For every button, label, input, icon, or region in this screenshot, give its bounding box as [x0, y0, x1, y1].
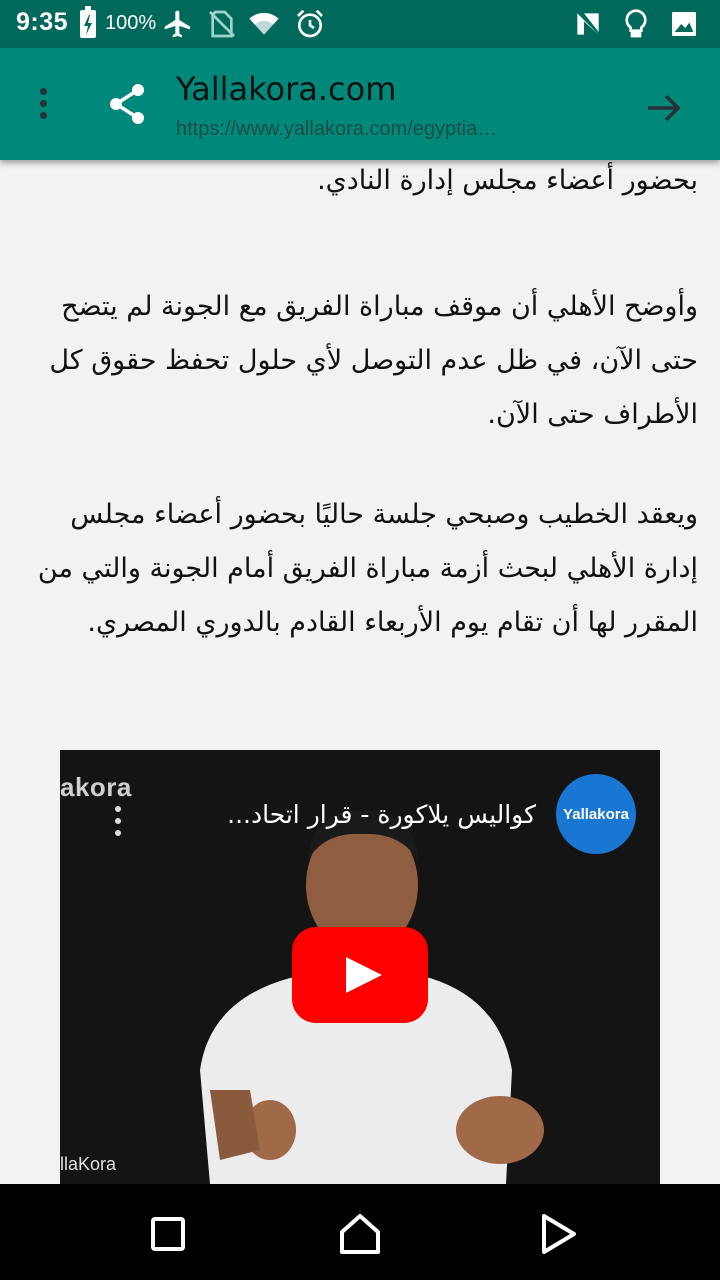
battery-percent: 100% [105, 12, 157, 34]
video-menu-button[interactable] [112, 806, 124, 838]
channel-watermark-bottom: llaKora [60, 1154, 117, 1174]
arrow-forward-icon[interactable] [640, 84, 688, 132]
wifi-icon [249, 12, 279, 35]
youtube-play-icon[interactable] [292, 927, 428, 1023]
article-paragraph: ويعقد الخطيب وصبحي جلسة حاليًا بحضور أعض… [37, 499, 698, 638]
home-icon[interactable] [338, 1212, 382, 1256]
recents-square-icon[interactable] [146, 1212, 190, 1256]
status-bar: 9:35 100% [0, 0, 720, 48]
video-title[interactable]: كواليس يلاكورة - قرار اتحاد... [227, 800, 536, 829]
more-vert-icon [40, 88, 47, 95]
article-paragraph: وزير الرياضة مع الخطيب في الفترة الأخيرة… [317, 165, 698, 196]
status-time: 9:35 [16, 8, 69, 36]
page-title: Yallakora.com [176, 70, 397, 108]
n-notification-icon [577, 13, 599, 35]
airplane-mode-icon [164, 10, 190, 38]
article-body: وزير الرياضة مع الخطيب في الفترة الأخيرة… [0, 160, 720, 1184]
video-player[interactable]: akora كواليس يلاكورة - قرار اتحاد... Yal… [60, 750, 660, 1184]
navigation-bar [0, 1184, 720, 1280]
app-bar: Yallakora.com https://www.yallakora.com/… [0, 48, 720, 160]
article-paragraph: وأوضح الأهلي أن موقف مباراة الفريق مع ال… [49, 291, 698, 430]
page-url[interactable]: https://www.yallakora.com/egyptia… [176, 118, 576, 141]
channel-watermark: akora [60, 772, 132, 802]
channel-logo[interactable]: Yallakora [556, 774, 636, 854]
no-sim-icon [209, 10, 235, 38]
battery-charging-icon [80, 6, 96, 38]
lightbulb-icon [625, 9, 647, 38]
share-icon[interactable] [104, 80, 152, 128]
alarm-icon [297, 9, 323, 38]
more-options-button[interactable] [24, 84, 64, 124]
image-icon [672, 12, 696, 36]
back-triangle-icon[interactable] [536, 1212, 580, 1256]
